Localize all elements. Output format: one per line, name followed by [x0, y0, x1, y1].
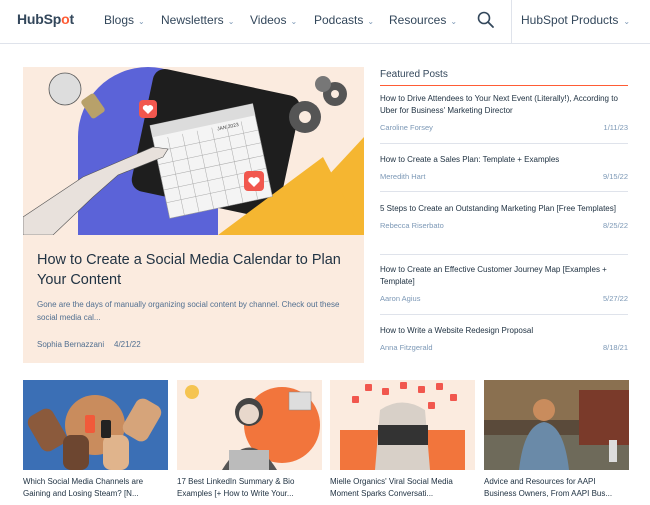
post-date: 5/27/22 [602, 294, 628, 303]
featured-divider [380, 85, 628, 86]
nav-label: Resources [389, 13, 447, 27]
nav-newsletters[interactable]: Newsletters ⌄ [161, 13, 234, 27]
article-card[interactable]: Which Social Media Channels are Gaining … [23, 380, 168, 502]
products-label: HubSpot Products [521, 13, 619, 27]
post-date: 8/25/22 [602, 221, 628, 230]
article-card[interactable]: Mielle Organics' Viral Social Media Mome… [330, 380, 475, 502]
post-author[interactable]: Anna Fitzgerald [380, 343, 433, 352]
post-title[interactable]: How to Create a Sales Plan: Template + E… [380, 154, 628, 166]
featured-post[interactable]: How to Create a Sales Plan: Template + E… [380, 154, 628, 192]
post-author[interactable]: Rebecca Riserbato [380, 221, 444, 230]
nav-blogs[interactable]: Blogs ⌄ [104, 13, 145, 27]
nav-podcasts[interactable]: Podcasts ⌄ [314, 13, 374, 27]
hero-article-card[interactable]: JAN 2023 How to Create a Social Media Ca… [23, 67, 364, 363]
chevron-down-icon: ⌄ [227, 17, 235, 26]
featured-post[interactable]: 5 Steps to Create an Outstanding Marketi… [380, 203, 628, 255]
featured-post[interactable]: How to Drive Attendees to Your Next Even… [380, 93, 628, 144]
article-title[interactable]: Advice and Resources for AAPI Business O… [484, 476, 629, 502]
hubspot-logo[interactable]: HubSpot [17, 11, 74, 27]
post-author[interactable]: Aaron Agius [380, 294, 420, 303]
nav-label: Videos [250, 13, 287, 27]
featured-posts-heading: Featured Posts [380, 69, 448, 80]
nav-label: Podcasts [314, 13, 364, 27]
featured-post[interactable]: How to Create an Effective Customer Jour… [380, 264, 628, 315]
post-date: 9/15/22 [602, 172, 628, 181]
hero-title[interactable]: How to Create a Social Media Calendar to… [37, 250, 347, 290]
hero-author[interactable]: Sophia Bernazzani [37, 340, 104, 349]
logo-accent: o [61, 11, 70, 27]
hero-description: Gone are the days of manually organizing… [37, 300, 340, 322]
nav-label: Blogs [104, 13, 135, 27]
post-title[interactable]: How to Create an Effective Customer Jour… [380, 264, 628, 288]
featured-post[interactable]: How to Write a Website Redesign Proposal… [380, 325, 628, 363]
post-title[interactable]: 5 Steps to Create an Outstanding Marketi… [380, 203, 628, 215]
nav-videos[interactable]: Videos ⌄ [250, 13, 297, 27]
hubspot-products-menu[interactable]: HubSpot Products ⌄ [521, 13, 630, 27]
search-icon[interactable] [477, 11, 495, 29]
chevron-down-icon: ⌄ [367, 17, 375, 26]
nav-resources[interactable]: Resources ⌄ [389, 13, 457, 27]
nav-label: Newsletters [161, 13, 224, 27]
chevron-down-icon: ⌄ [450, 17, 458, 26]
logo-text: HubSpot [17, 11, 74, 27]
article-image [177, 380, 322, 470]
chevron-down-icon: ⌄ [138, 17, 145, 26]
post-author[interactable]: Meredith Hart [380, 172, 425, 181]
post-date: 1/11/23 [603, 123, 628, 132]
header-divider [511, 0, 512, 44]
article-image [484, 380, 629, 470]
post-author[interactable]: Caroline Forsey [380, 123, 433, 132]
article-title[interactable]: Mielle Organics' Viral Social Media Mome… [330, 476, 475, 502]
article-card[interactable]: Advice and Resources for AAPI Business O… [484, 380, 629, 502]
post-date: 8/18/21 [602, 343, 628, 352]
article-image [23, 380, 168, 470]
article-title[interactable]: 17 Best LinkedIn Summary & Bio Examples … [177, 476, 322, 502]
site-header: HubSpot Blogs ⌄ Newsletters ⌄ Videos ⌄ Podc… [0, 0, 650, 44]
post-title[interactable]: How to Drive Attendees to Your Next Even… [380, 93, 628, 117]
hero-image: JAN 2023 [23, 67, 364, 235]
article-title[interactable]: Which Social Media Channels are Gaining … [23, 476, 168, 502]
article-image [330, 380, 475, 470]
chevron-down-icon: ⌄ [623, 17, 631, 26]
post-title[interactable]: How to Write a Website Redesign Proposal [380, 325, 628, 337]
hero-date: 4/21/22 [114, 340, 141, 349]
article-card[interactable]: 17 Best LinkedIn Summary & Bio Examples … [177, 380, 322, 502]
chevron-down-icon: ⌄ [290, 17, 298, 26]
